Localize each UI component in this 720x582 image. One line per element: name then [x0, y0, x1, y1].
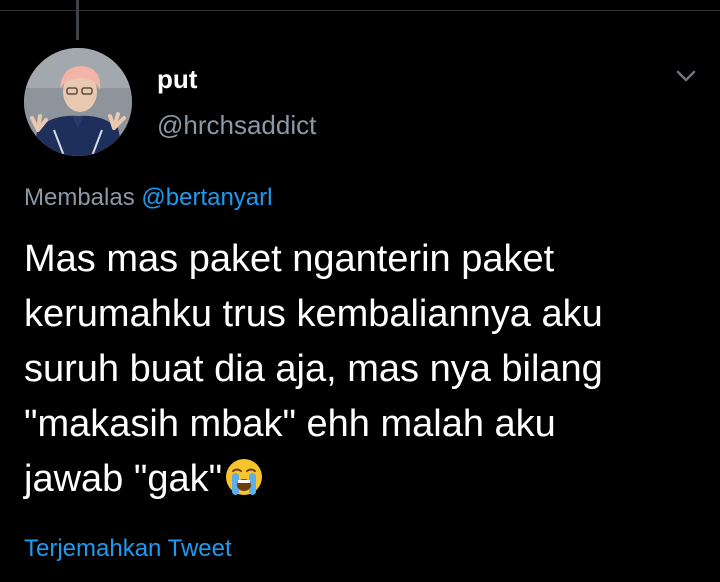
loudly-crying-face-icon	[224, 457, 264, 497]
tweet-text-line: kerumahku trus kembaliannya aku	[24, 293, 603, 335]
display-name[interactable]: put	[157, 64, 197, 94]
translate-tweet-link[interactable]: Terjemahkan Tweet	[24, 534, 232, 564]
tweet-text-fragment: jawab "gak"	[24, 458, 223, 500]
avatar-image	[24, 48, 132, 156]
avatar[interactable]	[24, 48, 132, 156]
reply-prefix: Membalas	[24, 184, 135, 211]
tweet-text: Mas mas paket nganterin paket kerumahku …	[24, 232, 704, 507]
thread-connector-line	[76, 0, 79, 40]
chevron-down-icon[interactable]	[672, 64, 700, 88]
user-handle[interactable]: @hrchsaddict	[157, 110, 316, 140]
top-divider	[0, 10, 720, 11]
reply-context: Membalas @bertanyarl	[24, 183, 272, 213]
tweet-text-line: "makasih mbak" ehh malah aku	[24, 403, 556, 445]
reply-mention-link[interactable]: @bertanyarl	[141, 184, 272, 211]
tweet-text-line-last: jawab "gak"	[24, 452, 704, 507]
tweet-text-line: Mas mas paket nganterin paket	[24, 238, 555, 280]
tweet-text-line: suruh buat dia aja, mas nya bilang	[24, 348, 603, 390]
